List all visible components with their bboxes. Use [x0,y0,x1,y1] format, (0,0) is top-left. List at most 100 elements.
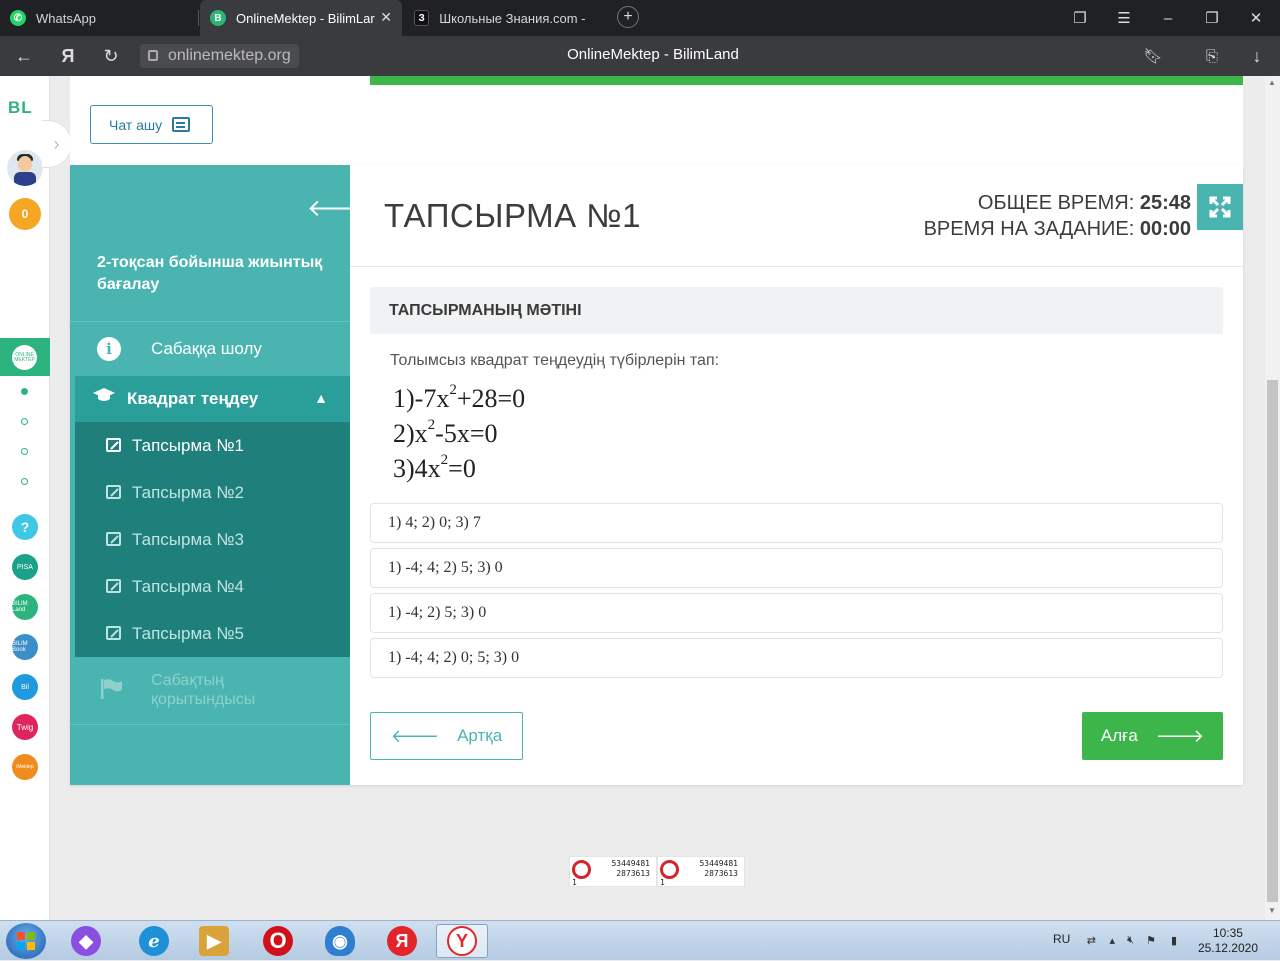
sidebar-item-conclusion[interactable]: Сабақтың қорытындысы [70,657,350,725]
sidebar-section-quadratic[interactable]: Квадрат теңдеу ▲ [75,376,350,422]
help-icon[interactable]: ? [12,514,38,540]
answer-option-4[interactable]: 1) -4; 4; 2) 0; 5; 3) 0 [370,638,1223,678]
tab-label: Школьные Знания.com - [439,10,586,26]
bil-icon[interactable]: Bil [12,674,38,700]
minimize-button[interactable]: – [1146,0,1190,36]
show-hidden-icon[interactable]: ▴ [1109,934,1115,947]
open-chat-button[interactable]: Чат ашу [90,105,213,144]
edit-icon [106,579,121,593]
windows-logo-icon [17,932,35,950]
taskbar-app[interactable]: ◉ [314,924,366,958]
tab-label: OnlineMektep - BilimLar [236,10,375,26]
speaker-muted-icon[interactable]: 🔇︎ [1127,934,1134,947]
taskbar: ◆ e ▶ O ◉ Я Y RU ⇄ ▴ 🔇︎ ⚑ ▮ 10:35 25.12.… [0,920,1280,960]
start-button[interactable] [6,923,46,959]
bilimland-app-icon[interactable]: BILIM Land [12,594,38,620]
graduation-cap-icon [93,388,115,401]
task-label: Тапсырма №3 [132,529,245,549]
answer-option-3[interactable]: 1) -4; 2) 5; 3) 0 [370,593,1223,633]
address-bar: ← Я ↻ onlinemektep.org OnlineMektep - Bi… [0,36,1280,76]
close-window-button[interactable]: ✕ [1234,0,1278,36]
content-top [370,85,1243,165]
timer: ОБЩЕЕ ВРЕМЯ: 25:48 ВРЕМЯ НА ЗАДАНИЕ: 00:… [924,190,1191,242]
equation-1: 1)-7x2+28=0 [393,382,526,413]
rail-dot[interactable] [21,388,28,395]
back-arrow-icon[interactable]: 🡐 [307,193,371,223]
sidebar-item-task-1[interactable]: Тапсырма №1 [75,422,350,469]
pisa-icon[interactable]: PISA [12,554,38,580]
task-label: Тапсырма №1 [132,435,245,455]
task-text-header: ТАПСЫРМАНЫҢ МӘТІНІ [370,287,1223,334]
chat-icon [172,117,191,132]
sidebar-item-task-5[interactable]: Тапсырма №5 [75,610,350,657]
edit-icon [106,626,121,640]
counter-logo-icon [572,860,591,879]
counter-value: 53449481 [611,859,650,868]
sidebar-item-overview[interactable]: i Сабаққа шолу [70,321,350,376]
taskbar-ie[interactable]: e [128,924,180,958]
tab-whatsapp[interactable]: ✆ WhatsApp [0,0,198,36]
opera-icon: O [263,926,293,956]
scroll-down-icon[interactable]: ▼ [1268,906,1276,915]
counter-value: 2873613 [704,869,738,878]
app-rail: BL 0 ONLINE MEKTEP ? PISA BILIM Land BIL… [0,76,50,920]
edit-icon [106,438,121,452]
rail-dot[interactable] [21,418,28,425]
chevron-right-icon[interactable]: › [42,120,72,168]
visit-counter[interactable]: 53449481 2873613 1 [657,856,745,887]
sidebar-item-task-4[interactable]: Тапсырма №4 [75,563,350,610]
sidebar-item-task-2[interactable]: Тапсырма №2 [75,469,350,516]
new-tab-button[interactable]: + [617,6,639,28]
taskbar-alice[interactable]: ◆ [60,924,112,958]
close-tab-icon[interactable]: ✕ [380,9,392,26]
bilimland-logo[interactable]: BL [8,98,33,118]
scroll-up-icon[interactable]: ▲ [1268,78,1276,87]
coins-badge[interactable]: 0 [9,198,41,230]
tab-collections-icon[interactable]: ❐ [1058,0,1102,36]
rail-dot[interactable] [21,478,28,485]
bookmark-icon[interactable]: 🔖︎ [1140,44,1166,68]
lesson-sidebar: 🡐 2-тоқсан бойынша жиынтық бағалау i Саб… [70,165,371,785]
answer-option-2[interactable]: 1) -4; 4; 2) 5; 3) 0 [370,548,1223,588]
bilimbook-icon[interactable]: BILIM Book [12,634,38,660]
taskbar-yandex[interactable]: Я [376,924,428,958]
tab-onlinemektep[interactable]: B OnlineMektep - BilimLar ✕ [200,0,402,36]
divider [350,266,1243,267]
chevron-up-icon[interactable]: ▲ [314,390,328,406]
rail-item-onlinemektep[interactable]: ONLINE MEKTEP [0,338,50,376]
conclusion-label: Сабақтың қорытындысы [151,672,256,708]
counter-value: 1 [572,878,577,887]
avatar[interactable] [7,150,43,186]
imektep-icon[interactable]: iMektep [12,754,38,780]
language-indicator[interactable]: RU [1053,932,1070,946]
sidebar-item-task-3[interactable]: Тапсырма №3 [75,516,350,563]
media-player-icon: ▶ [199,926,229,956]
back-button[interactable]: 🡐 Артқа [370,712,523,760]
tab-znaniya[interactable]: З Школьные Знания.com - [404,0,600,36]
counter-value: 2873613 [616,869,650,878]
rail-dot[interactable] [21,448,28,455]
menu-icon[interactable]: ☰ [1102,0,1146,36]
answer-option-1[interactable]: 1) 4; 2) 0; 3) 7 [370,503,1223,543]
next-label: Алға [1100,726,1138,745]
task-list: Тапсырма №1 Тапсырма №2 Тапсырма №3 Тапс… [75,422,350,657]
restore-button[interactable]: ❐ [1190,0,1234,36]
download-icon[interactable]: ↓ [1244,44,1270,68]
taskbar-media[interactable]: ▶ [188,924,240,958]
extensions-icon[interactable]: ⎘ [1199,44,1225,68]
visit-counter[interactable]: 53449481 2873613 1 [569,856,657,887]
lesson-title: 2-тоқсан бойынша жиынтық бағалау [97,254,323,293]
network-icon[interactable]: ▮ [1171,934,1177,947]
next-button[interactable]: Алға 🡒 [1082,712,1223,760]
twig-icon[interactable]: Twig [12,714,38,740]
scrollbar-thumb[interactable] [1267,380,1278,902]
clock[interactable]: 10:35 25.12.2020 [1198,926,1258,956]
fullscreen-button[interactable] [1197,184,1243,230]
flag-icon[interactable]: ⚑ [1146,934,1156,947]
tray-icon[interactable]: ⇄ [1087,934,1096,947]
taskbar-yandex-browser[interactable]: Y [436,924,488,958]
back-label: Артқа [457,726,503,745]
section-label: Квадрат теңдеу [127,389,259,408]
task-time-label: ВРЕМЯ НА ЗАДАНИЕ: [923,218,1135,240]
taskbar-opera[interactable]: O [252,924,304,958]
